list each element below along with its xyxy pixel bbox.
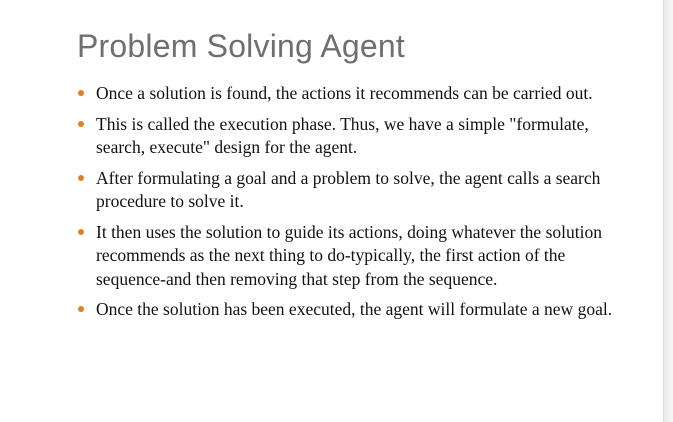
bullet-text: Once the solution has been executed, the… bbox=[96, 299, 613, 319]
bullet-dot-icon bbox=[78, 228, 84, 235]
bullet-text: After formulating a goal and a problem t… bbox=[96, 167, 601, 212]
bullet-dot-icon bbox=[78, 174, 84, 181]
bullet-item: After formulating a goal and a problem t… bbox=[78, 167, 636, 214]
bullet-text: It then uses the solution to guide its a… bbox=[96, 221, 602, 289]
bullet-item: Once the solution has been executed, the… bbox=[78, 298, 636, 322]
slide-title: Problem Solving Agent bbox=[77, 28, 405, 64]
bullet-item: This is called the execution phase. Thus… bbox=[78, 113, 636, 160]
bullet-dot-icon bbox=[78, 306, 84, 312]
bullet-dot-icon bbox=[78, 90, 84, 96]
bullet-dot-icon bbox=[78, 120, 84, 127]
slide-edge-divider bbox=[663, 0, 673, 422]
slide: Problem Solving Agent Once a solution is… bbox=[0, 0, 673, 422]
bullet-list: Once a solution is found, the actions it… bbox=[78, 82, 636, 329]
bullet-item: It then uses the solution to guide its a… bbox=[78, 221, 636, 292]
bullet-text: This is called the execution phase. Thus… bbox=[96, 113, 589, 158]
bullet-text: Once a solution is found, the actions it… bbox=[96, 83, 593, 103]
bullet-item: Once a solution is found, the actions it… bbox=[78, 82, 636, 106]
